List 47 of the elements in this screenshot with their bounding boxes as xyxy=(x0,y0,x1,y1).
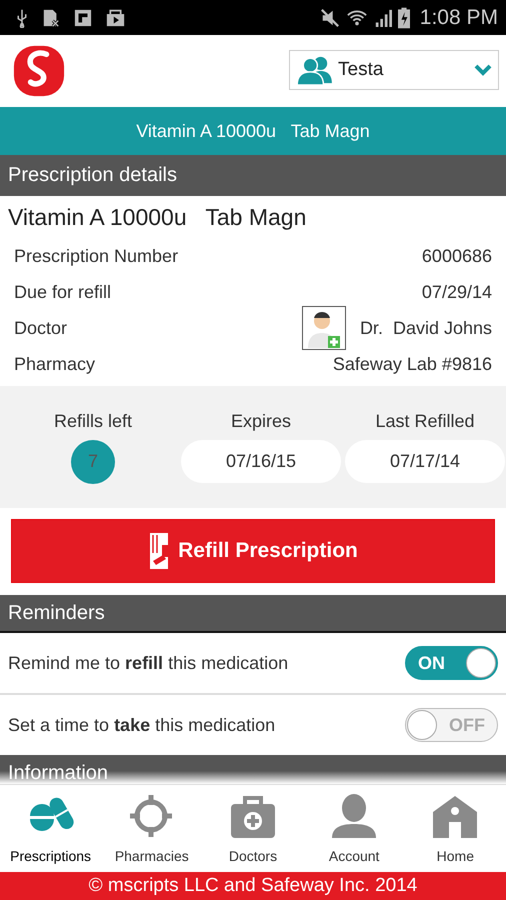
chevron-down-icon xyxy=(474,64,492,76)
nav-tab[interactable]: Doctors xyxy=(202,794,303,864)
date-pill: 07/16/15 xyxy=(181,440,341,482)
field-value: Safeway Lab #9816 xyxy=(332,354,492,374)
house-icon xyxy=(432,794,478,840)
nav-tab[interactable]: Home xyxy=(405,794,506,864)
logo-icon xyxy=(11,45,67,97)
refill-button[interactable]: Refill Prescription xyxy=(11,519,495,583)
pill-bottle-icon xyxy=(148,531,170,571)
section-title: Prescription details xyxy=(8,164,177,187)
stat-label: Expires xyxy=(230,410,292,432)
clock: 1:08 PM xyxy=(420,6,498,30)
person-icon xyxy=(331,794,378,840)
field-label: Doctor xyxy=(14,318,68,338)
section-title: Reminders xyxy=(8,602,105,624)
refill-count: 7 xyxy=(71,440,115,484)
nav-tab[interactable]: Prescriptions xyxy=(0,794,101,864)
section-title: Information xyxy=(8,761,108,784)
field-value: 6000686 xyxy=(422,246,492,266)
field-value: Dr. David Johns xyxy=(360,318,492,338)
date-pill: 07/17/14 xyxy=(345,440,505,482)
signal-icon xyxy=(374,8,392,26)
reminder-text: Remind me to refill this medication xyxy=(8,652,288,674)
square-app-icon xyxy=(74,8,92,26)
copyright-text: © mscripts LLC and Safeway Inc. 2014 xyxy=(88,875,418,897)
profile-dropdown[interactable]: Testa xyxy=(289,50,499,90)
field-label: Due for refill xyxy=(14,282,112,302)
stat-label: Refills left xyxy=(54,410,132,432)
people-icon xyxy=(296,55,334,85)
usb-icon xyxy=(16,8,28,28)
reminder-text: Set a time to take this medication xyxy=(8,714,276,736)
medical-kit-icon xyxy=(230,794,276,840)
drug-name: Vitamin A 10000u Tab Magn xyxy=(7,202,308,232)
doctor-avatar-icon xyxy=(302,306,346,350)
nav-tab[interactable]: Account xyxy=(304,794,404,864)
banner-title: Vitamin A 10000u Tab Magn xyxy=(136,120,370,142)
stat-label: Last Refilled xyxy=(375,410,475,432)
wifi-icon xyxy=(346,8,368,28)
field-label: Prescription Number xyxy=(14,246,178,266)
media-bag-icon xyxy=(106,8,125,27)
battery-icon xyxy=(398,6,410,28)
field-value: 07/29/14 xyxy=(422,282,492,302)
crosshair-icon xyxy=(128,794,175,840)
sim-card-icon xyxy=(42,8,60,28)
field-label: Pharmacy xyxy=(14,354,96,374)
nav-tab[interactable]: Pharmacies xyxy=(102,794,202,864)
mute-icon xyxy=(320,8,340,28)
